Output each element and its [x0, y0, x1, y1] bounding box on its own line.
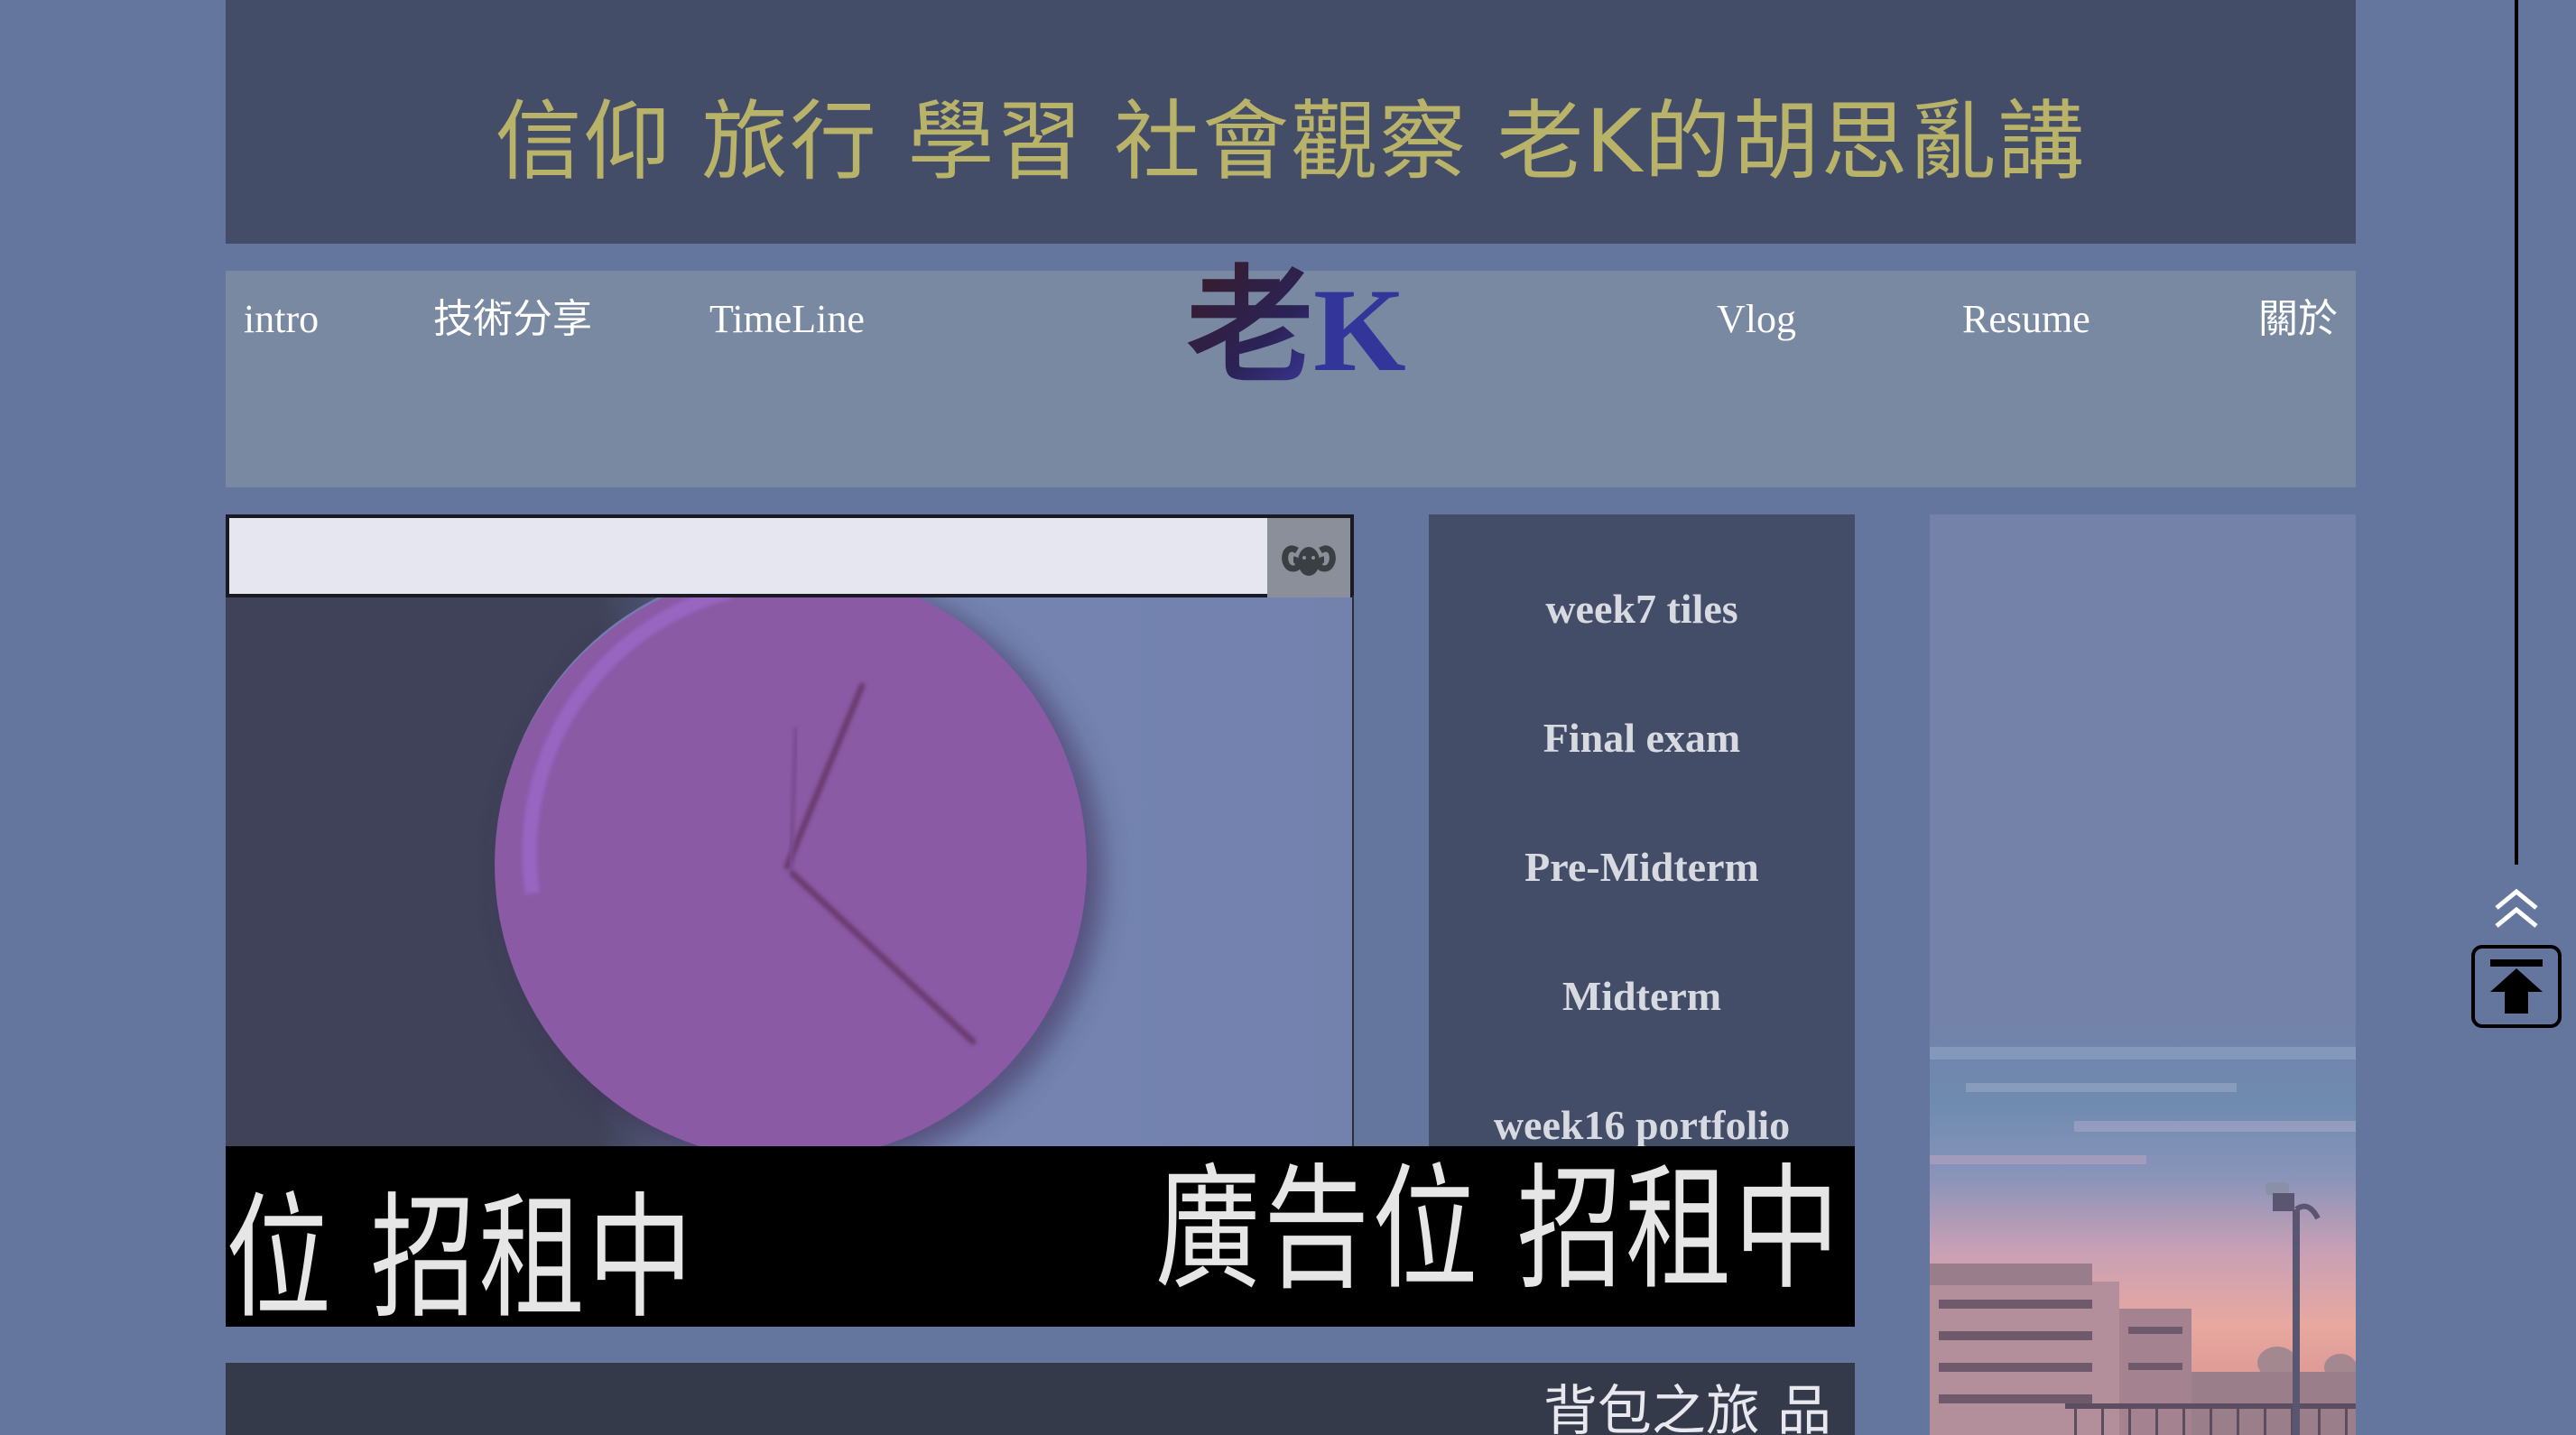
nav-item-vlog[interactable]: Vlog: [1717, 300, 1796, 339]
page: 信仰 旅行 學習 社會觀察 老K的胡思亂講 intro 技術分享 TimeLin…: [0, 0, 2576, 1435]
ad-text-right: 廣告位 招租中: [1155, 1152, 1843, 1309]
nav-item-tech-share[interactable]: 技術分享: [433, 300, 592, 339]
ram-button[interactable]: [1267, 518, 1350, 597]
back-to-top-button[interactable]: [2471, 945, 2562, 1028]
pixel-city-sunset-image: [1930, 514, 2356, 1435]
clock-graphic: [495, 566, 1103, 1146]
ad-banner[interactable]: 位 招租中 廣告位 招租中: [226, 1146, 1855, 1327]
clock-widget: [226, 514, 1354, 1146]
double-chevron-up-icon: [2495, 888, 2538, 928]
post-link-final-exam[interactable]: Final exam: [1429, 718, 1855, 759]
clock-panel-border: [1352, 596, 1354, 1146]
scroll-progress-line: [2515, 0, 2518, 865]
site-title: 信仰 旅行 學習 社會觀察 老K的胡思亂講: [495, 90, 2087, 192]
featured-panel-title: 背包之旅 品: [1543, 1380, 1831, 1435]
nav-item-about[interactable]: 關於: [2258, 300, 2338, 339]
ram-icon: [1277, 529, 1340, 588]
arrow-up-to-top-icon: [2490, 959, 2543, 1014]
site-logo[interactable]: 老K: [1187, 264, 1406, 390]
post-link-week16-portfolio[interactable]: week16 portfolio: [1429, 1105, 1855, 1146]
post-link-midterm[interactable]: Midterm: [1429, 976, 1855, 1017]
nav-item-resume[interactable]: Resume: [1962, 300, 2090, 339]
site-banner: 信仰 旅行 學習 社會觀察 老K的胡思亂講: [226, 0, 2356, 244]
side-illustration: [1930, 514, 2356, 1435]
nav-item-timeline[interactable]: TimeLine: [709, 300, 865, 339]
post-link-week7-tiles[interactable]: week7 tiles: [1429, 588, 1855, 630]
nav-item-intro[interactable]: intro: [244, 300, 319, 339]
recent-posts: week7 tiles Final exam Pre-Midterm Midte…: [1429, 514, 1855, 1146]
featured-panel: 背包之旅 品: [226, 1363, 1855, 1435]
logo-cjk-char: 老: [1187, 253, 1314, 401]
logo-latin-char: K: [1313, 264, 1406, 396]
ad-text-left: 位 招租中: [226, 1180, 696, 1327]
post-link-pre-midterm[interactable]: Pre-Midterm: [1429, 847, 1855, 888]
clock-top-bar: [226, 514, 1354, 597]
